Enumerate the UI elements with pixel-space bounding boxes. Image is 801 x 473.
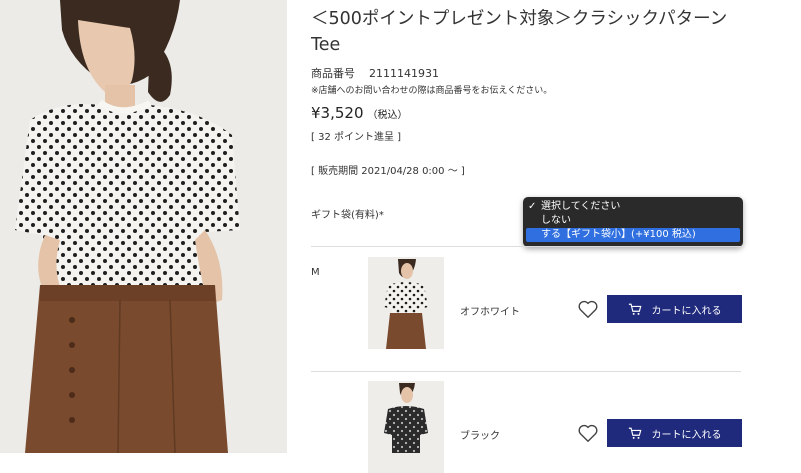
product-price: ¥3,520 （税込） (311, 104, 408, 122)
size-label: M (311, 267, 320, 278)
variant-color-name: オフホワイト (460, 307, 520, 318)
required-mark: * (378, 210, 384, 221)
gift-option-label: する【ギフト袋小】(+¥100 税込) (541, 229, 696, 240)
divider (311, 371, 741, 372)
gift-option-label: しない (541, 215, 571, 226)
gift-option-small-bag[interactable]: する【ギフト袋小】(+¥100 税込) (526, 228, 740, 242)
sale-period: [ 販売期間 2021/04/28 0:00 〜 ] (311, 166, 465, 177)
add-to-cart-button[interactable]: カートに入れる (607, 295, 742, 323)
variant-thumbnail-offwhite[interactable] (368, 257, 444, 349)
variant-color-name: ブラック (460, 431, 500, 442)
gift-option-select[interactable]: ✓ 選択してください (523, 200, 743, 214)
add-to-cart-label: カートに入れる (651, 305, 722, 317)
heart-icon[interactable] (577, 422, 599, 444)
variant-thumbnail-black[interactable] (368, 381, 444, 473)
gift-option-none[interactable]: しない (523, 214, 743, 228)
product-title-line2: Tee (311, 35, 341, 55)
cart-icon (628, 427, 642, 440)
product-number-label: 商品番号 (311, 67, 355, 80)
heart-icon[interactable] (577, 298, 599, 320)
store-inquiry-note: ※店舗へのお問い合わせの際は商品番号をお伝えください。 (311, 86, 553, 96)
check-icon: ✓ (528, 201, 537, 212)
gift-bag-select-menu[interactable]: ✓ 選択してください しない する【ギフト袋小】(+¥100 税込) (523, 197, 743, 247)
price-tax-label: （税込） (367, 110, 408, 121)
price-value: ¥3,520 (311, 104, 364, 122)
gift-bag-label: ギフト袋(有料)* (311, 206, 384, 221)
divider (311, 246, 741, 247)
gift-option-label: 選択してください (541, 201, 621, 212)
points-info: [ 32 ポイント進呈 ] (311, 132, 402, 143)
product-number-value: 2111141931 (369, 67, 439, 80)
add-to-cart-button[interactable]: カートに入れる (607, 419, 742, 447)
product-main-image (0, 0, 287, 453)
product-title-line1: ＜500ポイントプレゼント対象＞クラシックパターン (311, 9, 728, 29)
gift-bag-label-text: ギフト袋(有料) (311, 210, 379, 221)
add-to-cart-label: カートに入れる (651, 429, 722, 441)
product-number: 商品番号 2111141931 (311, 65, 439, 81)
product-title: ＜500ポイントプレゼント対象＞クラシックパターン Tee (311, 6, 781, 58)
cart-icon (628, 303, 642, 316)
